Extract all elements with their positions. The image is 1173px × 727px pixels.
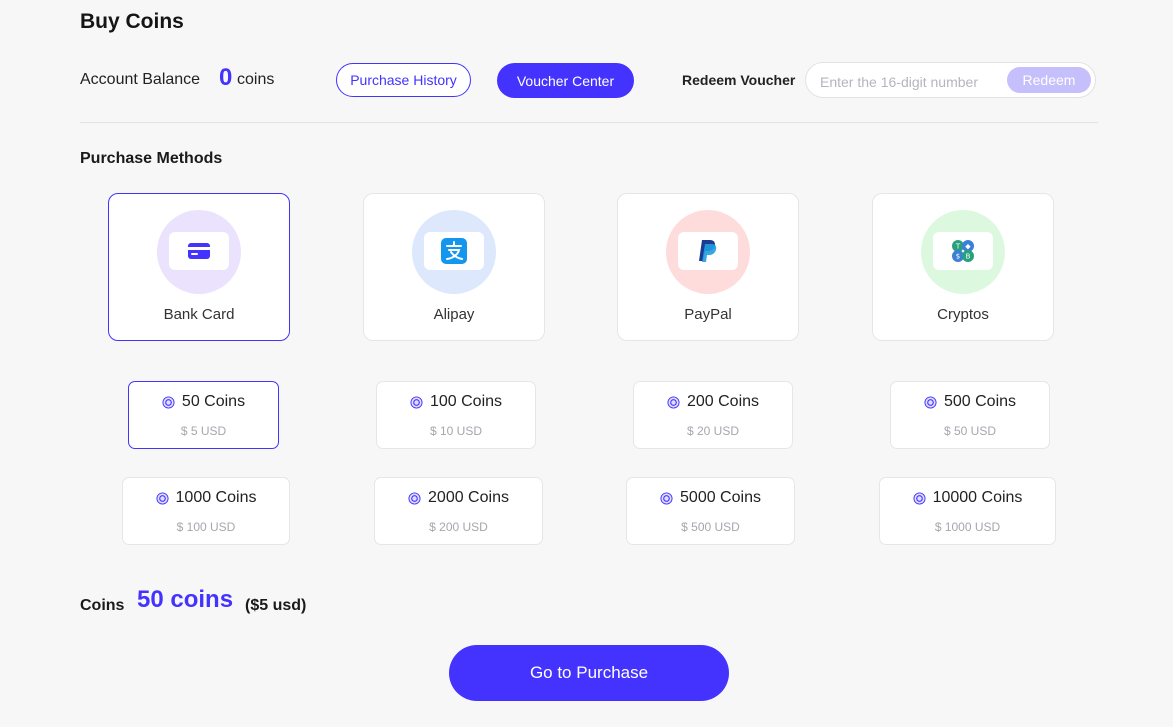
method-label: Cryptos (937, 306, 989, 323)
svg-text:B: B (966, 253, 971, 261)
method-alipay[interactable]: Alipay (363, 193, 545, 341)
redeem-voucher-label: Redeem Voucher (682, 72, 796, 88)
credit-card-icon (188, 243, 210, 259)
paypal-icon (699, 240, 717, 262)
redeem-button[interactable]: Redeem (1007, 67, 1091, 93)
package-coins: 1000 Coins (175, 489, 257, 506)
coin-icon (924, 395, 937, 409)
coin-icon (408, 491, 421, 505)
method-icon-circle (157, 210, 241, 294)
package-2000-coins[interactable]: 2000 Coins $ 200 USD (374, 477, 543, 545)
method-cryptos[interactable]: T ◆ $ B Cryptos (872, 193, 1054, 341)
package-price: $ 50 USD (943, 424, 997, 438)
package-coins: 50 Coins (181, 393, 246, 410)
package-50-coins[interactable]: 50 Coins $ 5 USD (128, 381, 279, 449)
package-coins: 500 Coins (943, 393, 1017, 410)
balance-value: 0 (219, 64, 233, 91)
buy-coins-page: Buy Coins Account Balance 0 coins Purcha… (0, 0, 1173, 727)
method-label: Alipay (433, 306, 475, 323)
purchase-methods-title: Purchase Methods (80, 150, 223, 167)
balance-unit: coins (237, 71, 275, 88)
coin-icon (660, 491, 673, 505)
balance-label: Account Balance (80, 71, 201, 88)
method-label: PayPal (684, 306, 732, 323)
summary-label: Coins (80, 597, 125, 614)
go-to-purchase-button[interactable]: Go to Purchase (449, 645, 729, 701)
redeem-voucher-box: Redeem (805, 62, 1096, 98)
package-100-coins[interactable]: 100 Coins $ 10 USD (376, 381, 536, 449)
package-price: $ 10 USD (429, 424, 483, 438)
package-price: $ 100 USD (176, 520, 236, 534)
package-coins: 5000 Coins (680, 489, 761, 506)
balance-row: Account Balance 0 coins Purchase History… (80, 62, 1098, 100)
package-500-coins[interactable]: 500 Coins $ 50 USD (890, 381, 1050, 449)
svg-text:◆: ◆ (965, 243, 971, 251)
package-coins: 100 Coins (429, 393, 503, 410)
voucher-center-button[interactable]: Voucher Center (497, 63, 634, 98)
method-icon-circle (412, 210, 496, 294)
package-coins: 200 Coins (686, 393, 760, 410)
package-5000-coins[interactable]: 5000 Coins $ 500 USD (626, 477, 795, 545)
purchase-history-button[interactable]: Purchase History (336, 63, 471, 97)
coin-icon (155, 491, 169, 505)
package-price: $ 1000 USD (934, 520, 1001, 534)
crypto-coins-icon: T ◆ $ B (952, 240, 974, 262)
package-10000-coins[interactable]: 10000 Coins $ 1000 USD (879, 477, 1056, 545)
coin-icon (162, 395, 175, 409)
coin-icon (410, 395, 423, 409)
voucher-code-input[interactable] (818, 71, 1002, 93)
method-label: Bank Card (163, 306, 235, 323)
package-200-coins[interactable]: 200 Coins $ 20 USD (633, 381, 793, 449)
package-price: $ 200 USD (429, 520, 488, 534)
svg-text:T: T (955, 243, 961, 251)
package-price: $ 5 USD (180, 424, 227, 438)
summary-coins-value: 50 coins (137, 586, 234, 613)
package-1000-coins[interactable]: 1000 Coins $ 100 USD (122, 477, 290, 545)
package-coins: 2000 Coins (428, 489, 509, 506)
page-title: Buy Coins (80, 10, 184, 33)
method-bank-card[interactable]: Bank Card (108, 193, 290, 341)
package-coins: 10000 Coins (932, 489, 1023, 506)
package-price: $ 500 USD (681, 520, 740, 534)
package-price: $ 20 USD (686, 424, 740, 438)
svg-text:$: $ (956, 253, 960, 261)
alipay-icon (441, 238, 467, 264)
method-paypal[interactable]: PayPal (617, 193, 799, 341)
coin-icon (667, 395, 680, 409)
coin-icon (913, 491, 926, 505)
summary-usd-value: ($5 usd) (245, 597, 307, 614)
method-icon-circle (666, 210, 750, 294)
divider (80, 122, 1098, 123)
method-icon-circle: T ◆ $ B (921, 210, 1005, 294)
